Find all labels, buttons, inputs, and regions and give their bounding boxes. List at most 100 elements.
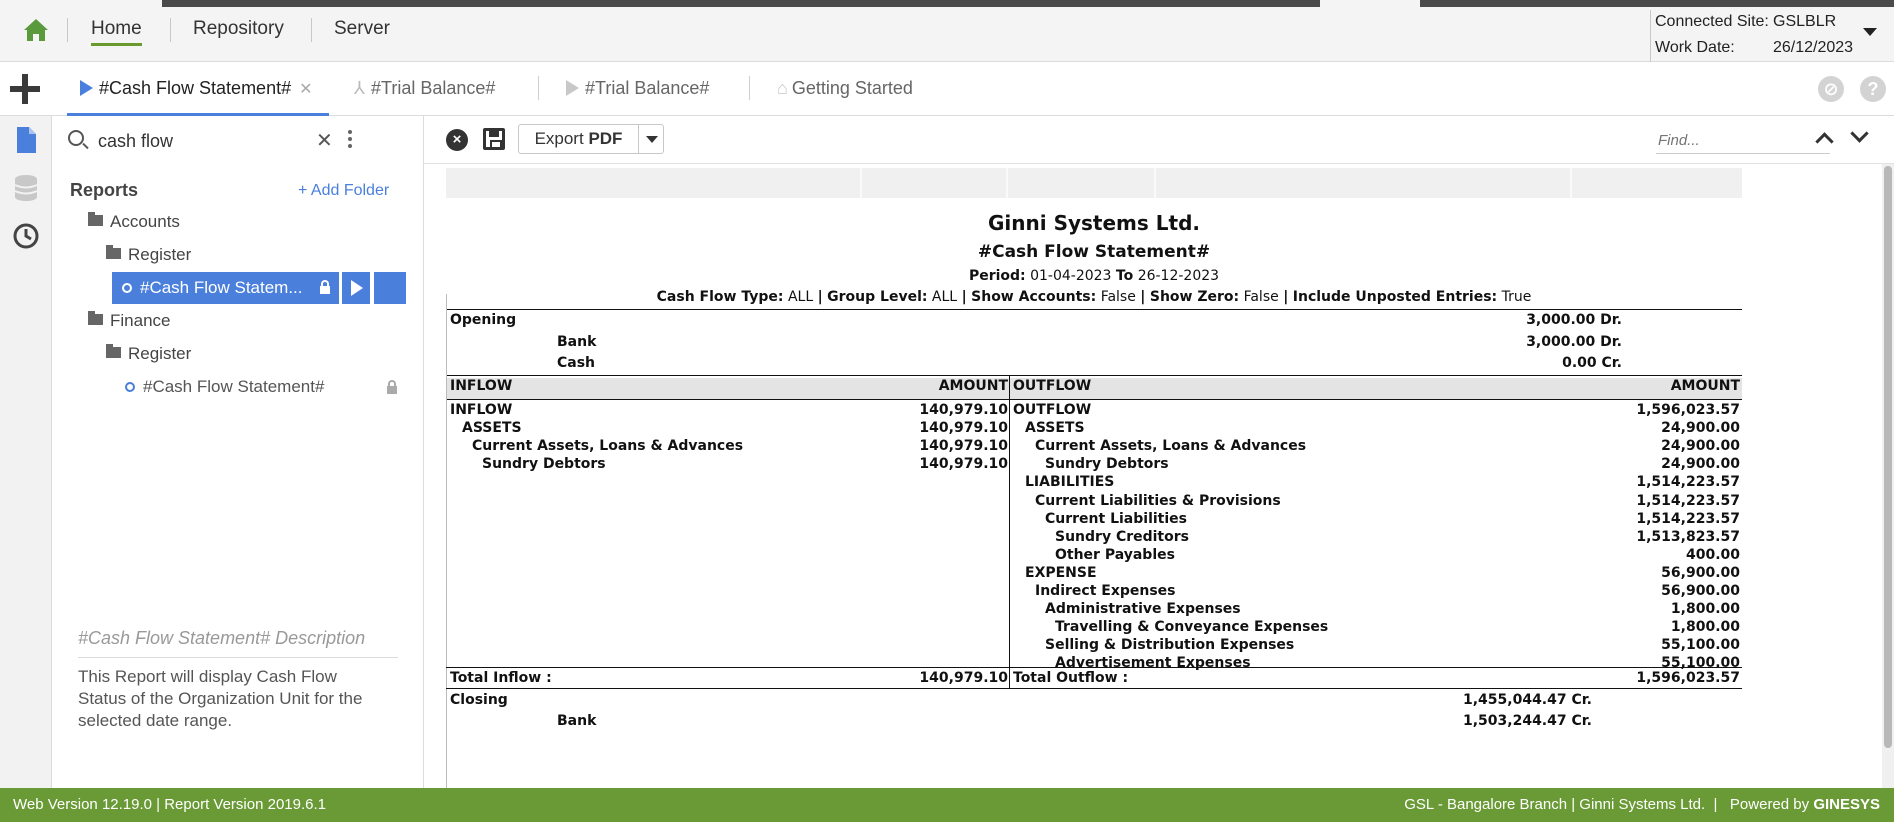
inflow-row-label: ASSETS: [462, 420, 522, 437]
run-report-button[interactable]: [342, 272, 370, 304]
nav-server[interactable]: Server: [334, 18, 390, 40]
close-report-icon[interactable]: ×: [446, 129, 468, 151]
outflow-row-label: ASSETS: [1025, 420, 1085, 437]
nav-home[interactable]: Home: [91, 18, 142, 46]
folder-register[interactable]: Register: [106, 245, 191, 265]
outflow-row-amount: 55,100.00: [1661, 637, 1740, 654]
rule: [446, 375, 1742, 376]
clear-search-icon[interactable]: ✕: [316, 128, 333, 153]
version-info: Web Version 12.19.0 | Report Version 201…: [13, 796, 326, 813]
tab-cash-flow-statement[interactable]: #Cash Flow Statement# ✕: [80, 78, 313, 99]
rule: [446, 667, 1742, 668]
outflow-row-amount: 24,900.00: [1661, 456, 1740, 473]
find-input[interactable]: [1656, 128, 1830, 154]
opening-cash-label: Cash: [557, 355, 596, 371]
inflow-row-label: INFLOW: [450, 402, 513, 418]
outflow-row-label: Travelling & Conveyance Expenses: [1055, 619, 1329, 636]
save-icon[interactable]: [483, 128, 505, 150]
folder-accounts[interactable]: Accounts: [88, 212, 180, 232]
lock-icon: [320, 280, 330, 294]
folder-label: Finance: [110, 311, 171, 330]
play-icon: [566, 80, 579, 96]
report-period: Period: 01-04-2023 To 26-12-2023: [968, 268, 1220, 284]
outflow-row-amount: 24,900.00: [1661, 420, 1740, 437]
tab-label: #Cash Flow Statement#: [99, 78, 292, 98]
chart-icon: ⅄: [354, 78, 365, 98]
export-dropdown-chevron-icon[interactable]: [638, 124, 664, 154]
outflow-row-amount: 55,100.00: [1661, 655, 1740, 672]
folder-label: Accounts: [110, 212, 180, 231]
opening-bank-label: Bank: [557, 334, 597, 350]
reports-sidebar: ✕ Reports + Add Folder Accounts Register…: [52, 116, 424, 788]
tab-bar: #Cash Flow Statement# ✕ ⅄ #Trial Balance# …: [0, 62, 1894, 116]
report-page: Ginni Systems Ltd. #Cash Flow Statement#…: [446, 164, 1742, 788]
opening-cash-amount: 0.00 Cr.: [1562, 355, 1622, 371]
add-folder-link[interactable]: + Add Folder: [298, 182, 389, 200]
close-icon[interactable]: ✕: [299, 81, 312, 98]
tab-trial-balance-2[interactable]: #Trial Balance#: [566, 78, 709, 99]
connected-site-label: Connected Site:: [1655, 13, 1769, 30]
opening-amount: 3,000.00 Dr.: [1526, 312, 1622, 328]
nav-repository[interactable]: Repository: [193, 18, 284, 40]
outflow-row-label: Current Assets, Loans & Advances: [1035, 438, 1307, 455]
history-clock-icon[interactable]: [13, 222, 39, 250]
site-info[interactable]: Connected Site: GSLBLR Work Date: 26/12/…: [1650, 10, 1894, 62]
outflow-row-label: Administrative Expenses: [1045, 601, 1241, 618]
outflow-row-amount: 1,514,223.57: [1636, 510, 1740, 527]
item-action-button[interactable]: [374, 272, 406, 304]
database-icon[interactable]: [13, 174, 39, 202]
report-toolbar: × Export PDF: [424, 116, 1894, 164]
col-outflow: OUTFLOW: [1013, 378, 1092, 394]
report-name: #Cash Flow Statement#: [977, 242, 1211, 262]
outflow-row-label: Selling & Distribution Expenses: [1045, 637, 1295, 654]
folder-register[interactable]: Register: [106, 344, 191, 364]
folder-finance[interactable]: Finance: [88, 311, 170, 331]
inflow-row-amount: 140,979.10: [919, 420, 1008, 437]
radio-icon: [122, 283, 132, 293]
tab-trial-balance-1[interactable]: ⅄ #Trial Balance#: [354, 78, 495, 99]
document-icon[interactable]: [13, 126, 39, 154]
chevron-down-icon[interactable]: [1863, 28, 1877, 36]
opening-bank-amount: 3,000.00 Dr.: [1526, 334, 1622, 350]
col-amount: AMOUNT: [938, 378, 1008, 394]
description-text: This Report will display Cash Flow Statu…: [78, 667, 363, 730]
tree-item-cash-flow-selected[interactable]: #Cash Flow Statem...: [112, 272, 339, 304]
branch-info: GSL - Bangalore Branch | Ginni Systems L…: [1404, 796, 1880, 813]
column-divider: [1009, 376, 1010, 688]
scrollbar-thumb[interactable]: [1884, 166, 1892, 748]
tree-item-cash-flow[interactable]: #Cash Flow Statement#: [125, 377, 324, 397]
outflow-row-amount: 1,596,023.57: [1636, 402, 1740, 418]
outflow-row-amount: 1,514,223.57: [1636, 492, 1740, 509]
export-button[interactable]: Export PDF: [518, 124, 639, 154]
left-rail: [0, 116, 52, 788]
closing-bank-amount: 1,503,244.47 Cr.: [1462, 713, 1592, 729]
search-icon: [68, 130, 84, 146]
find-next-chevron-down-icon[interactable]: [1850, 124, 1869, 143]
tree-item-label: #Cash Flow Statem...: [140, 278, 303, 297]
outflow-row-label: Other Payables: [1055, 546, 1175, 563]
folder-label: Register: [128, 344, 192, 363]
globe-icon[interactable]: ⊘: [1818, 76, 1844, 102]
folder-label: Register: [128, 245, 192, 264]
export-format: PDF: [588, 129, 623, 148]
inflow-row-label: Sundry Debtors: [482, 456, 606, 473]
outflow-row-label: LIABILITIES: [1025, 474, 1115, 491]
tab-label: #Trial Balance#: [585, 78, 710, 98]
rule: [446, 309, 1742, 310]
work-date-label: Work Date:: [1655, 39, 1735, 56]
search-row: ✕: [52, 116, 424, 166]
top-nav-bar: Home Repository Server Connected Site: G…: [0, 0, 1894, 62]
more-options-icon[interactable]: [348, 130, 352, 150]
inflow-row-amount: 140,979.10: [919, 438, 1008, 455]
outflow-row-amount: 56,900.00: [1661, 564, 1740, 581]
add-tab-plus-icon[interactable]: [10, 74, 40, 104]
tab-getting-started[interactable]: ⌂ Getting Started: [777, 78, 913, 99]
rule: [446, 399, 1742, 400]
help-icon[interactable]: ?: [1860, 76, 1886, 102]
outflow-row-label: Current Liabilities & Provisions: [1035, 492, 1281, 509]
home-icon[interactable]: [22, 17, 50, 43]
search-input[interactable]: [98, 126, 348, 156]
nav-separator: [170, 18, 171, 42]
closing-label: Closing: [450, 692, 508, 708]
tab-separator: [538, 76, 539, 100]
